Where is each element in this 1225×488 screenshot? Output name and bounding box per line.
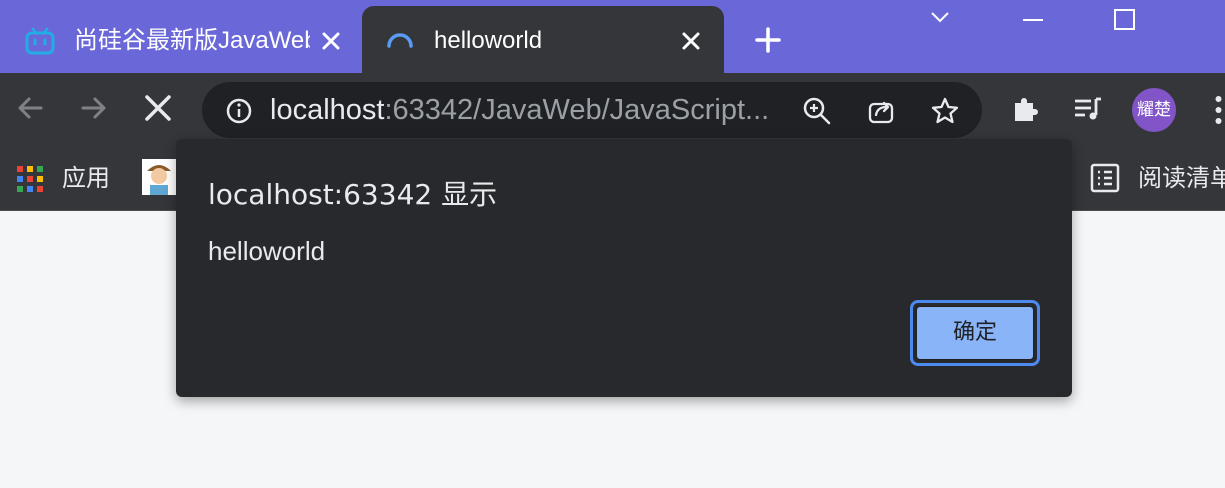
back-arrow-icon[interactable] (13, 91, 47, 125)
stop-loading-icon[interactable] (141, 91, 175, 125)
toolbar: localhost:63342/JavaWeb/JavaScript... 耀楚 (0, 73, 1225, 147)
reading-list-label: 阅读清单 (1138, 164, 1225, 192)
minimize-icon[interactable] (1006, 0, 1058, 40)
url-path: :63342/JavaWeb/JavaScript... (384, 94, 770, 126)
menu-dots-icon[interactable] (1212, 93, 1225, 127)
url-text[interactable]: localhost:63342/JavaWeb/JavaScript... (270, 93, 769, 127)
address-bar[interactable]: localhost:63342/JavaWeb/JavaScript... (202, 82, 982, 138)
info-icon[interactable] (224, 96, 254, 126)
tab-title: helloworld (434, 27, 543, 54)
close-icon[interactable] (316, 26, 346, 56)
media-playlist-icon[interactable] (1072, 93, 1104, 125)
dialog-message: helloworld (208, 236, 326, 266)
bilibili-tv-icon (25, 27, 55, 55)
reading-list[interactable]: 阅读清单 (1090, 161, 1225, 195)
tab-bilibili[interactable]: 尚硅谷最新版JavaWeb全套教程 (0, 6, 362, 73)
ok-button[interactable]: 确定 (910, 300, 1040, 366)
extensions-puzzle-icon[interactable] (1010, 93, 1042, 125)
apps-grid-icon (17, 166, 43, 192)
new-tab-icon[interactable] (752, 24, 784, 56)
tab-search-icon[interactable] (914, 0, 966, 40)
maximize-icon[interactable] (1098, 0, 1150, 40)
profile-avatar[interactable]: 耀楚 (1132, 88, 1176, 132)
title-bar: 尚硅谷最新版JavaWeb全套教程 helloworld (0, 0, 1225, 73)
forward-arrow-icon[interactable] (77, 91, 111, 125)
bookmark-avatar-icon[interactable] (142, 159, 176, 195)
alert-dialog: localhost:63342 显示 helloworld 确定 (176, 139, 1072, 397)
tab-title: 尚硅谷最新版JavaWeb全套教程 (74, 27, 310, 54)
dialog-title: localhost:63342 显示 (208, 178, 498, 211)
share-icon[interactable] (866, 96, 896, 126)
ok-button-label: 确定 (916, 306, 1034, 360)
bookmark-apps[interactable]: 应用 (16, 161, 116, 195)
close-icon[interactable] (676, 26, 706, 56)
reading-list-icon (1090, 163, 1120, 193)
zoom-icon[interactable] (802, 96, 832, 126)
bookmark-star-icon[interactable] (930, 96, 960, 126)
tab-helloworld[interactable]: helloworld (362, 6, 724, 73)
url-host: localhost (270, 94, 385, 126)
bookmark-apps-label: 应用 (62, 164, 110, 192)
loading-spinner-icon (387, 33, 413, 48)
